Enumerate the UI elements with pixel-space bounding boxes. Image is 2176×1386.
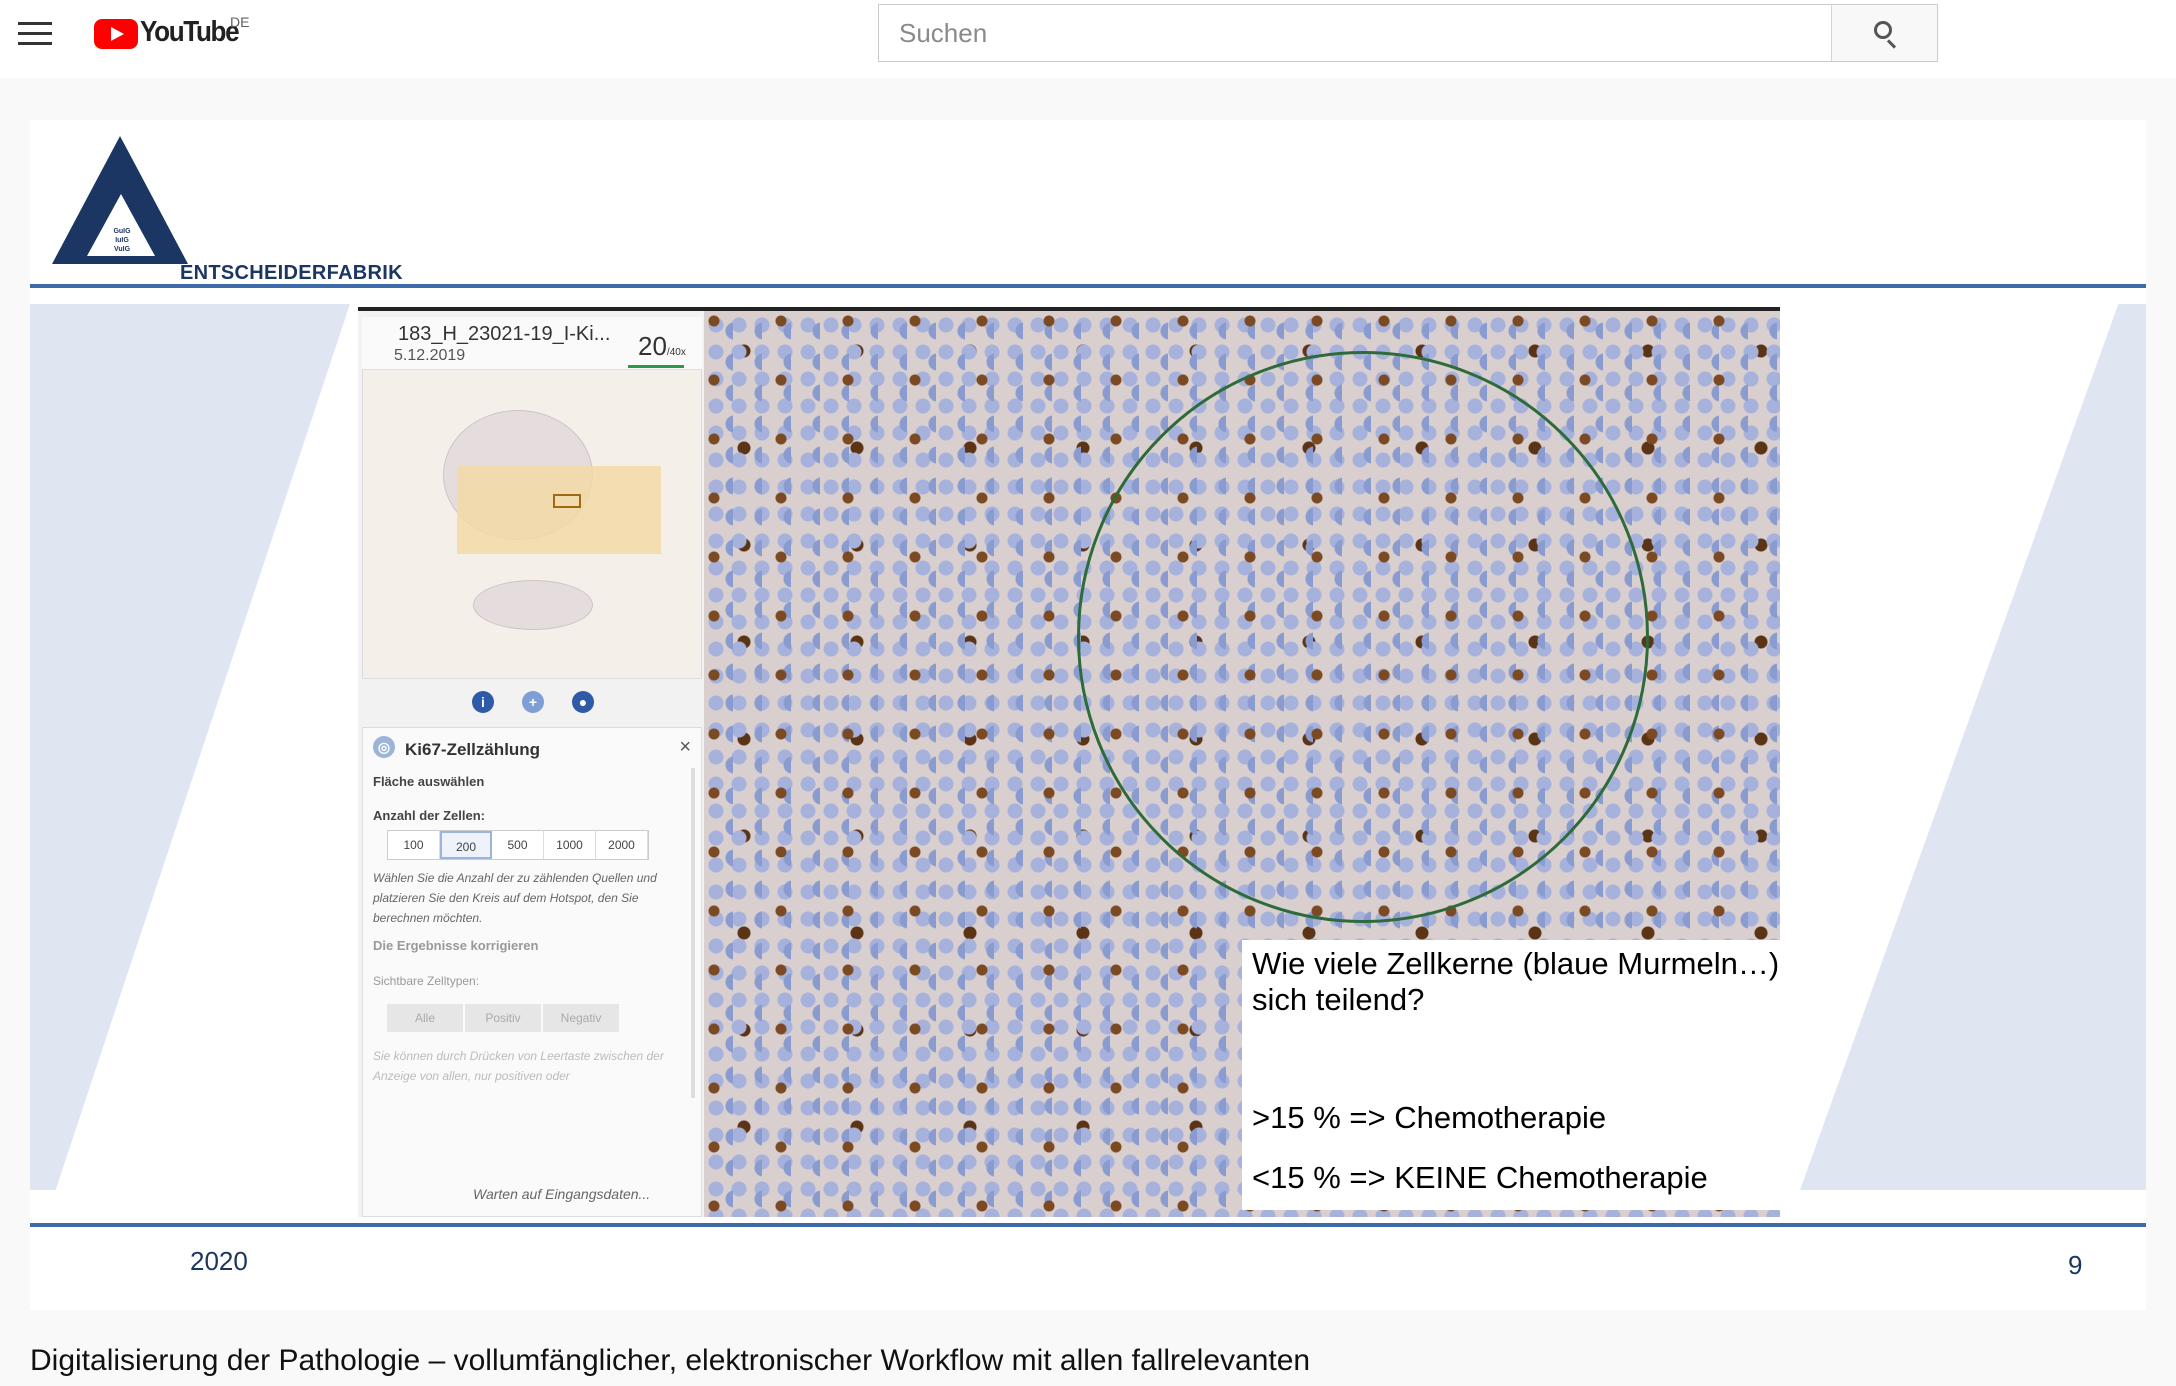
- slide-page-number: 9: [2068, 1250, 2083, 1280]
- cell-count-option: 200: [440, 831, 492, 859]
- video-title[interactable]: Digitalisierung der Pathologie – vollumf…: [30, 1344, 1310, 1378]
- slide-date: 5.12.2019: [394, 347, 466, 364]
- country-code: DE: [230, 14, 250, 30]
- ki67-icon: ◎: [373, 736, 395, 758]
- map-highlight: [457, 466, 661, 554]
- close-icon: ×: [679, 736, 691, 758]
- filter-help: Sie können durch Drücken von Leertaste z…: [373, 1049, 664, 1083]
- map-tissue-shape: [473, 580, 593, 630]
- video-player[interactable]: GuIG IuIG VuIG ENTSCHEIDERFABRIK 183_H_2…: [30, 120, 2146, 1310]
- hamburger-menu-icon[interactable]: [18, 22, 52, 46]
- question-box: Wie viele Zellkerne (blaue Murmeln…) sin…: [1242, 940, 1780, 1210]
- map-toolbar: i + ●: [362, 683, 702, 723]
- correct-results-label: Die Ergebnisse korrigieren: [373, 938, 539, 953]
- org-name: ENTSCHEIDERFABRIK: [180, 262, 403, 284]
- slide-decoration-right: [1800, 304, 2146, 1190]
- cell-count-label: Anzahl der Zellen:: [373, 808, 485, 823]
- user-icon: ●: [572, 691, 594, 713]
- slide-name: 183_H_23021-19_I-Ki...: [398, 323, 611, 345]
- zoom-bar: [628, 365, 684, 368]
- search-icon: [1874, 21, 1892, 39]
- filter-all: Alle: [387, 1004, 463, 1032]
- logo-line: GuIG: [113, 228, 131, 235]
- question-line: sich teilend?: [1252, 982, 1425, 1017]
- map-viewport-rect: [553, 494, 581, 508]
- overview-map: [362, 369, 702, 679]
- filter-negative: Negativ: [543, 1004, 619, 1032]
- search-input[interactable]: [879, 5, 1831, 61]
- logo-line: IuIG: [115, 237, 129, 244]
- cell-count-options: 100 200 500 1000 2000: [387, 830, 649, 860]
- visible-types-label: Sichtbare Zelltypen:: [373, 974, 480, 988]
- cell-count-help: Wählen Sie die Anzahl der zu zählenden Q…: [373, 871, 657, 925]
- zoom-unit: /40x: [666, 347, 686, 358]
- viewer-side-panel: 183_H_23021-19_I-Ki... 5.12.2019 20/40x …: [358, 311, 704, 1217]
- cell-count-option: 100: [388, 831, 440, 859]
- info-icon: i: [472, 691, 494, 713]
- cell-type-filters: Alle Positiv Negativ: [387, 1004, 621, 1032]
- select-area-label: Fläche auswählen: [373, 774, 485, 789]
- cell-count-option: 2000: [596, 831, 648, 859]
- zoom-value: 20: [638, 331, 667, 361]
- slide-bottom-rule: [30, 1223, 2146, 1227]
- zoom-indicator: 20/40x: [638, 331, 686, 362]
- slide-decoration-left: [30, 304, 350, 1190]
- annotation-icon: +: [522, 691, 544, 713]
- filter-positive: Positiv: [465, 1004, 541, 1032]
- slide-year: 2020: [190, 1246, 248, 1276]
- youtube-wordmark: YouTube: [140, 16, 240, 48]
- ki67-scrollbar: [691, 768, 695, 1098]
- hotspot-circle: [1077, 351, 1649, 923]
- slide-info: 183_H_23021-19_I-Ki... 5.12.2019 20/40x: [362, 317, 702, 369]
- search-button[interactable]: [1831, 5, 1937, 61]
- slide-top-rule: [30, 284, 2146, 288]
- cell-count-option: 500: [492, 831, 544, 859]
- waiting-message: Warten auf Eingangsdaten...: [473, 1186, 651, 1202]
- pathology-viewer-screenshot: 183_H_23021-19_I-Ki... 5.12.2019 20/40x …: [358, 307, 1780, 1217]
- rule-above-threshold: >15 % => Chemotherapie: [1252, 1100, 1607, 1135]
- search-box: [878, 4, 1938, 62]
- ki67-title: Ki67-Zellzählung: [405, 740, 541, 759]
- masthead: YouTube DE: [0, 0, 2176, 78]
- rule-below-threshold: <15 % => KEINE Chemotherapie: [1252, 1160, 1708, 1195]
- logo-line: VuIG: [113, 246, 131, 253]
- ki67-panel: ◎ Ki67-Zellzählung × Fläche auswählen An…: [362, 727, 702, 1217]
- question-line: Wie viele Zellkerne (blaue Murmeln…) sin…: [1252, 946, 1780, 981]
- cell-count-option: 1000: [544, 831, 596, 859]
- entscheiderfabrik-logo: GuIG IuIG VuIG ENTSCHEIDERFABRIK: [52, 136, 403, 286]
- youtube-play-icon: [94, 19, 138, 49]
